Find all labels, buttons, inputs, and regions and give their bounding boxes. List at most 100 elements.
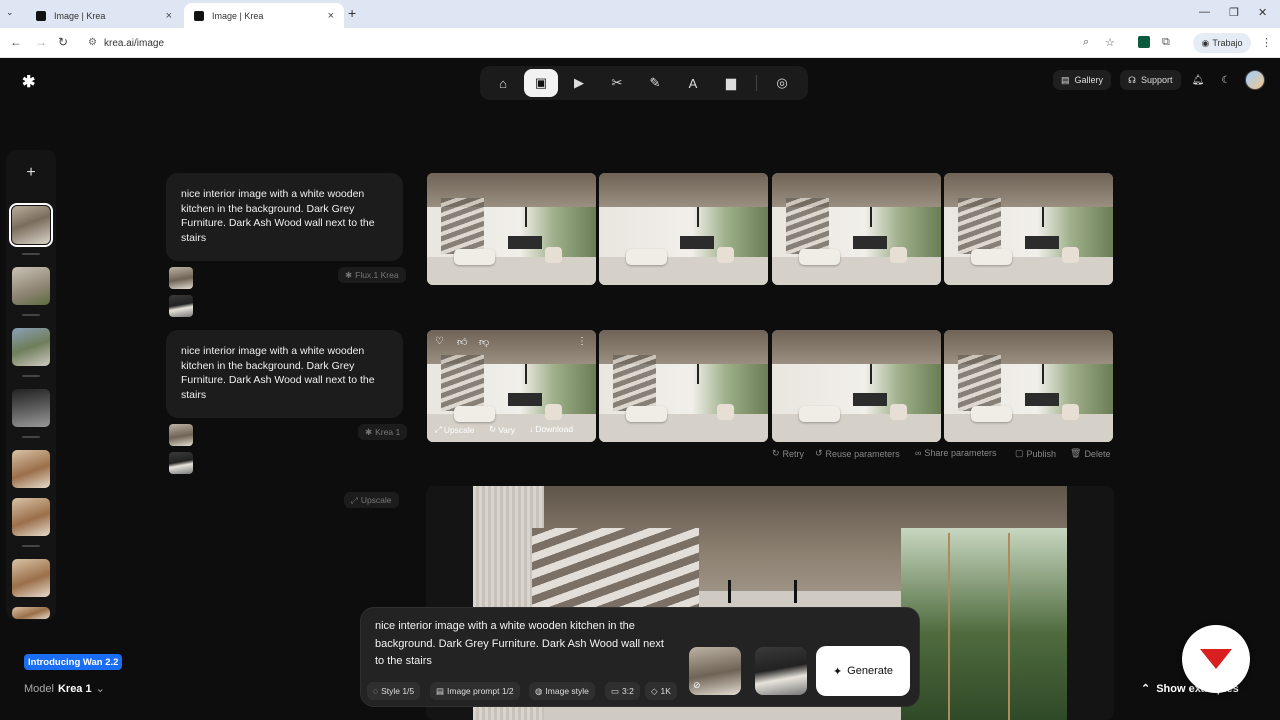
- share-parameters-button[interactable]: ∞ Share parameters: [915, 448, 996, 458]
- avatar[interactable]: [1245, 70, 1265, 90]
- notifications-bell-icon[interactable]: 🔔︎: [1188, 70, 1208, 90]
- retry-button[interactable]: ↻ Retry: [772, 448, 804, 459]
- model-badge-label: Flux.1 Krea: [355, 270, 399, 280]
- assets-icon[interactable]: ▆: [714, 69, 748, 97]
- restore-icon[interactable]: ❐: [1229, 6, 1239, 19]
- delete-button[interactable]: 🗑︎ Delete: [1070, 448, 1110, 459]
- image-prompt-icon: ▤: [436, 685, 445, 696]
- vary-button[interactable]: ↻ Vary: [489, 424, 515, 435]
- generated-image[interactable]: [427, 173, 596, 285]
- window-close-icon[interactable]: ✕: [1258, 6, 1267, 19]
- history-thumb[interactable]: [12, 559, 50, 597]
- train-icon[interactable]: A: [676, 69, 710, 97]
- zoom-icon[interactable]: ⌕: [1083, 36, 1089, 49]
- reference-image-thumb[interactable]: [169, 424, 193, 446]
- profile-button[interactable]: ◉ Trabajo: [1193, 33, 1251, 53]
- url-field[interactable]: ⚙ krea.ai/image: [82, 32, 1182, 54]
- browser-tabbar: ⌄ Image | Krea × Image | Krea × + — ❐ ✕: [0, 0, 1280, 28]
- enhance-icon[interactable]: ✂: [600, 69, 634, 97]
- tab-search-icon[interactable]: ⌄: [6, 7, 14, 18]
- new-session-plus-icon[interactable]: +: [16, 158, 46, 188]
- aspect-ratio-chip[interactable]: ▭ 3:2: [605, 682, 640, 700]
- announcement-banner[interactable]: Introducing Wan 2.2: [24, 654, 123, 670]
- gallery-button[interactable]: ▤ Gallery: [1053, 70, 1112, 90]
- prompt-input[interactable]: nice interior image with a white wooden …: [375, 618, 675, 671]
- history-thumb[interactable]: [12, 450, 50, 488]
- publish-button[interactable]: ▢ Publish: [1015, 448, 1056, 459]
- thumbs-down-icon[interactable]: 👎︎: [479, 336, 489, 348]
- site-info-icon[interactable]: ⚙: [88, 37, 97, 48]
- theme-moon-icon[interactable]: ☾: [1216, 70, 1236, 90]
- prompt-bar: nice interior image with a white wooden …: [360, 607, 920, 707]
- bookmark-star-icon[interactable]: ☆: [1105, 36, 1115, 49]
- reuse-icon: ↺: [815, 448, 823, 458]
- prompt-card[interactable]: nice interior image with a white wooden …: [166, 173, 403, 261]
- generated-image[interactable]: [944, 330, 1113, 442]
- upscale-badge: ⤢ Upscale: [344, 492, 399, 508]
- favorite-heart-icon[interactable]: ♡: [435, 336, 444, 347]
- reference-image-thumb[interactable]: [169, 295, 193, 317]
- reload-icon[interactable]: ↻: [58, 35, 68, 49]
- model-badge: ✱ Flux.1 Krea: [338, 267, 406, 283]
- history-thumb[interactable]: [12, 498, 50, 536]
- model-selector[interactable]: Model Krea 1 ⌄: [24, 682, 105, 696]
- image-icon[interactable]: ▣: [524, 69, 558, 97]
- reference-image-thumb[interactable]: [169, 267, 193, 289]
- style-chip[interactable]: ◌ Style 1/5: [367, 682, 421, 700]
- download-icon: ↓: [529, 424, 534, 434]
- history-sidebar: +: [6, 150, 56, 620]
- generate-button[interactable]: ✦ Generate: [816, 646, 910, 696]
- minimize-icon[interactable]: —: [1199, 6, 1210, 18]
- prompt-text: nice interior image with a white wooden …: [181, 188, 375, 245]
- reference-image-thumb[interactable]: [169, 452, 193, 474]
- generated-image[interactable]: [599, 173, 768, 285]
- generated-image[interactable]: [599, 330, 768, 442]
- close-tab-icon[interactable]: ×: [166, 10, 172, 22]
- upscale-icon: ⤢: [435, 424, 442, 434]
- image-style-thumb[interactable]: [755, 647, 807, 695]
- history-divider: [22, 375, 40, 377]
- reuse-parameters-button[interactable]: ↺ Reuse parameters: [815, 448, 900, 459]
- generated-image[interactable]: [772, 330, 941, 442]
- more-options-icon[interactable]: ⋮: [577, 336, 587, 347]
- close-tab-icon[interactable]: ×: [328, 10, 334, 22]
- krea-logo-icon[interactable]: ✱: [22, 72, 35, 92]
- realtime-icon[interactable]: ◎: [765, 69, 799, 97]
- upscale-button[interactable]: ⤢ Upscale: [435, 424, 475, 435]
- extensions-icon[interactable]: ⧉: [1162, 36, 1170, 49]
- history-thumb[interactable]: [12, 607, 50, 619]
- history-thumb[interactable]: [12, 267, 50, 305]
- forward-icon[interactable]: →: [35, 35, 47, 49]
- image-style-chip[interactable]: ◍ Image style: [529, 682, 595, 700]
- browser-menu-icon[interactable]: ⋮: [1261, 36, 1272, 49]
- download-button[interactable]: ↓ Download: [529, 424, 573, 434]
- image-prompt-thumb[interactable]: ⊘: [689, 647, 741, 695]
- new-tab-icon[interactable]: +: [348, 5, 356, 21]
- delete-label: Delete: [1084, 448, 1111, 459]
- history-thumb[interactable]: [12, 328, 50, 366]
- prompt-card[interactable]: nice interior image with a white wooden …: [166, 330, 403, 418]
- browser-tab-2[interactable]: Image | Krea ×: [184, 3, 344, 28]
- home-icon[interactable]: ⌂: [486, 69, 520, 97]
- model-icon: ✱: [365, 426, 373, 437]
- edit-icon[interactable]: ✎: [638, 69, 672, 97]
- upscale-badge-label: Upscale: [360, 495, 392, 505]
- extension-icon[interactable]: [1138, 36, 1150, 48]
- gallery-icon: ▤: [1061, 74, 1070, 85]
- image-prompt-chip[interactable]: ▤ Image prompt 1/2: [430, 682, 520, 700]
- reuse-label: Reuse parameters: [825, 448, 900, 459]
- history-thumb[interactable]: [9, 203, 53, 247]
- video-icon[interactable]: ▶: [562, 69, 596, 97]
- thumbs-up-icon[interactable]: 👍︎: [457, 336, 467, 348]
- history-thumb[interactable]: [12, 389, 50, 427]
- generated-image[interactable]: [944, 173, 1113, 285]
- resolution-chip[interactable]: ◇ 1K: [645, 682, 677, 700]
- browser-tab-1[interactable]: Image | Krea ×: [26, 3, 182, 28]
- back-icon[interactable]: ←: [10, 35, 22, 49]
- generated-image[interactable]: [772, 173, 941, 285]
- generated-image-hovered[interactable]: ♡ 👍︎ 👎︎ ⋮ ⤢ Upscale ↻ Vary ↓ Download: [427, 330, 596, 442]
- krea-favicon-icon: [194, 10, 204, 21]
- floating-logo-badge[interactable]: [1182, 625, 1250, 693]
- support-button[interactable]: ☊ Support: [1120, 70, 1181, 90]
- model-badge: ✱ Krea 1: [358, 424, 408, 440]
